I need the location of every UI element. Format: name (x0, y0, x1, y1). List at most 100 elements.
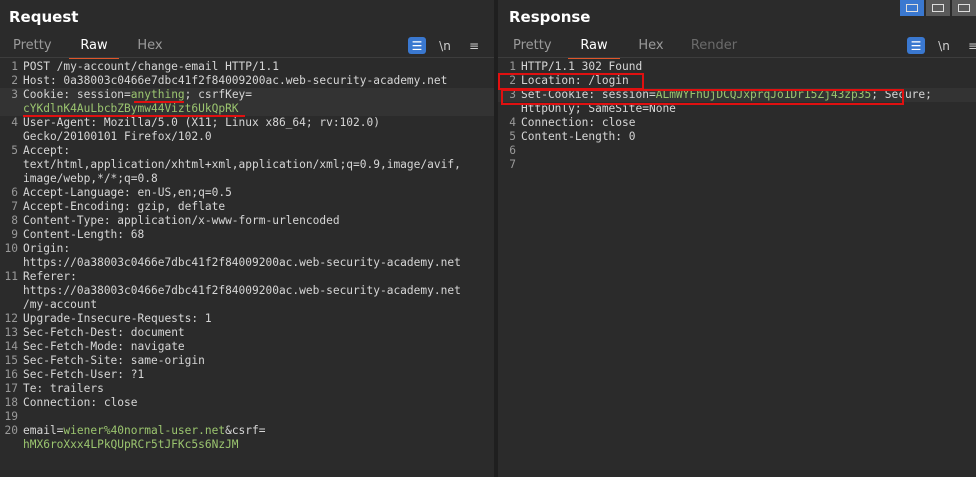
request-tab-raw[interactable]: Raw (69, 37, 119, 59)
line-content: https://0a38003c0466e7dbc41f2f84009200ac… (23, 256, 461, 270)
header-name: Sec-Fetch-User: (23, 368, 131, 381)
line-content: Sec-Fetch-Site: same-origin (23, 354, 205, 368)
layout-stacked-icon[interactable] (926, 0, 950, 16)
line-number: 10 (4, 242, 18, 255)
line-number: 12 (4, 312, 18, 325)
line-number: 8 (11, 214, 18, 227)
line-number: 11 (4, 270, 18, 283)
code-line[interactable]: 3 Cookie: session=anything; csrfKey= (0, 88, 494, 102)
line-content: image/webp,*/*;q=0.8 (23, 172, 158, 186)
code-line[interactable]: 9 Content-Length: 68 (0, 228, 494, 242)
code-line[interactable]: 20 email=wiener%40normal-user.net&csrf= (0, 424, 494, 438)
header-value: close (103, 396, 138, 409)
code-line[interactable]: 16 Sec-Fetch-User: ?1 (0, 368, 494, 382)
header-value: https://0a38003c0466e7dbc41f2f84009200ac… (23, 284, 461, 297)
line-number: 19 (4, 410, 18, 423)
line-content: Connection: close (521, 116, 636, 130)
header-value: application/x-www-form-urlencoded (117, 214, 340, 227)
header-value: HTTP/1.1 302 Found (521, 60, 643, 73)
message-actions-icon[interactable]: ☰ (408, 37, 426, 54)
line-number: 1 (509, 60, 516, 73)
response-tab-pretty[interactable]: Pretty (513, 37, 552, 57)
code-line[interactable]: 7 (498, 158, 976, 172)
line-content: Sec-Fetch-User: ?1 (23, 368, 144, 382)
code-line[interactable]: hMX6roXxx4LPkQUpRCr5tJFKc5s6NzJM (0, 438, 494, 452)
code-line[interactable]: 6 (498, 144, 976, 158)
response-tabs: Pretty Raw Hex Render (498, 37, 976, 59)
code-line[interactable]: 1 POST /my-account/change-email HTTP/1.1 (0, 60, 494, 74)
line-number: 5 (509, 130, 516, 143)
code-line[interactable]: 7 Accept-Encoding: gzip, deflate (0, 200, 494, 214)
request-tab-pretty[interactable]: Pretty (13, 37, 52, 57)
response-tab-hex[interactable]: Hex (637, 37, 665, 57)
response-editor[interactable]: 1 HTTP/1.1 302 Found 2 Location: /login 3 Set… (498, 60, 976, 477)
code-line[interactable]: cYKdlnK4AuLbcbZBymw44Vizt6UkQpRK (0, 102, 494, 116)
header-value: image/webp,*/*;q=0.8 (23, 172, 158, 185)
session-underline (134, 101, 184, 103)
code-line[interactable]: 11 Referer: (0, 270, 494, 284)
line-content: /my-account (23, 298, 97, 312)
header-name: Accept-Encoding: (23, 200, 138, 213)
code-line[interactable]: 8 Content-Type: application/x-www-form-ur… (0, 214, 494, 228)
menu-icon[interactable]: ≡ (465, 37, 483, 54)
response-tab-render[interactable]: Render (690, 37, 738, 57)
response-menu-icon[interactable]: ≡ (964, 37, 976, 54)
code-line[interactable]: text/html,application/xhtml+xml,applicat… (0, 158, 494, 172)
line-number: 7 (509, 158, 516, 171)
line-number: 1 (11, 60, 18, 73)
line-number: 14 (4, 340, 18, 353)
code-line[interactable]: 12 Upgrade-Insecure-Requests: 1 (0, 312, 494, 326)
code-line[interactable]: 19 (0, 410, 494, 424)
header-value: text/html,application/xhtml+xml,applicat… (23, 158, 461, 171)
code-line[interactable]: 1 HTTP/1.1 302 Found (498, 60, 976, 74)
code-line[interactable]: 5 Accept: (0, 144, 494, 158)
header-value: document (130, 326, 185, 339)
show-newlines-icon[interactable]: \n (436, 37, 454, 54)
response-pane: Response Pretty Raw Hex Render ☰ \n ≡ 1H… (498, 0, 976, 477)
header-name: Te: (23, 382, 50, 395)
layout-side-by-side-icon[interactable] (900, 0, 924, 16)
response-tab-raw[interactable]: Raw (568, 37, 620, 59)
code-line[interactable]: image/webp,*/*;q=0.8 (0, 172, 494, 186)
header-value: ?1 (130, 368, 145, 381)
code-line[interactable]: 6 Accept-Language: en-US,en;q=0.5 (0, 186, 494, 200)
code-line[interactable]: 2 Host: 0a38003c0466e7dbc41f2f84009200ac.… (0, 74, 494, 88)
header-name: Upgrade-Insecure-Requests: (23, 312, 205, 325)
location-highlight-box (498, 73, 644, 90)
line-content: POST /my-account/change-email HTTP/1.1 (23, 60, 279, 74)
code-line[interactable]: 13 Sec-Fetch-Dest: document (0, 326, 494, 340)
request-tab-hex[interactable]: Hex (136, 37, 164, 57)
header-value: ; csrfKey= (184, 88, 253, 101)
code-line[interactable]: 10 Origin: (0, 242, 494, 256)
request-editor[interactable]: 1 POST /my-account/change-email HTTP/1.1 2… (0, 60, 494, 477)
line-content: Gecko/20100101 Firefox/102.0 (23, 130, 212, 144)
header-name: Sec-Fetch-Mode: (23, 340, 131, 353)
code-line[interactable]: 4 Connection: close (498, 116, 976, 130)
code-line[interactable]: 5 Content-Length: 0 (498, 130, 976, 144)
header-value: close (601, 116, 636, 129)
code-line[interactable]: 14 Sec-Fetch-Mode: navigate (0, 340, 494, 354)
layout-tabs-icon[interactable] (952, 0, 976, 16)
response-show-newlines-icon[interactable]: \n (935, 37, 953, 54)
header-value: 68 (130, 228, 145, 241)
header-value: hMX6roXxx4LPkQUpRCr5tJFKc5s6NzJM (23, 438, 239, 451)
line-content: Origin: (23, 242, 70, 256)
code-line[interactable]: 4 User-Agent: Mozilla/5.0 (X11; Linux x86… (0, 116, 494, 130)
header-name: Accept-Language: (23, 186, 138, 199)
code-line[interactable]: /my-account (0, 298, 494, 312)
response-actions-icon[interactable]: ☰ (907, 37, 925, 54)
code-line[interactable]: https://0a38003c0466e7dbc41f2f84009200ac… (0, 256, 494, 270)
code-line[interactable]: Gecko/20100101 Firefox/102.0 (0, 130, 494, 144)
code-line[interactable]: 15 Sec-Fetch-Site: same-origin (0, 354, 494, 368)
line-content: Sec-Fetch-Mode: navigate (23, 340, 185, 354)
line-content: text/html,application/xhtml+xml,applicat… (23, 158, 461, 172)
header-value: 0 (628, 130, 636, 143)
code-line[interactable]: https://0a38003c0466e7dbc41f2f84009200ac… (0, 284, 494, 298)
code-line[interactable]: 18 Connection: close (0, 396, 494, 410)
header-name: Sec-Fetch-Site: (23, 354, 131, 367)
line-content: Accept: (23, 144, 70, 158)
line-content: Host: 0a38003c0466e7dbc41f2f84009200ac.w… (23, 74, 447, 88)
code-line[interactable]: 17 Te: trailers (0, 382, 494, 396)
line-content: Referer: (23, 270, 77, 284)
header-value: POST /my-account/change-email HTTP/1.1 (23, 60, 279, 73)
